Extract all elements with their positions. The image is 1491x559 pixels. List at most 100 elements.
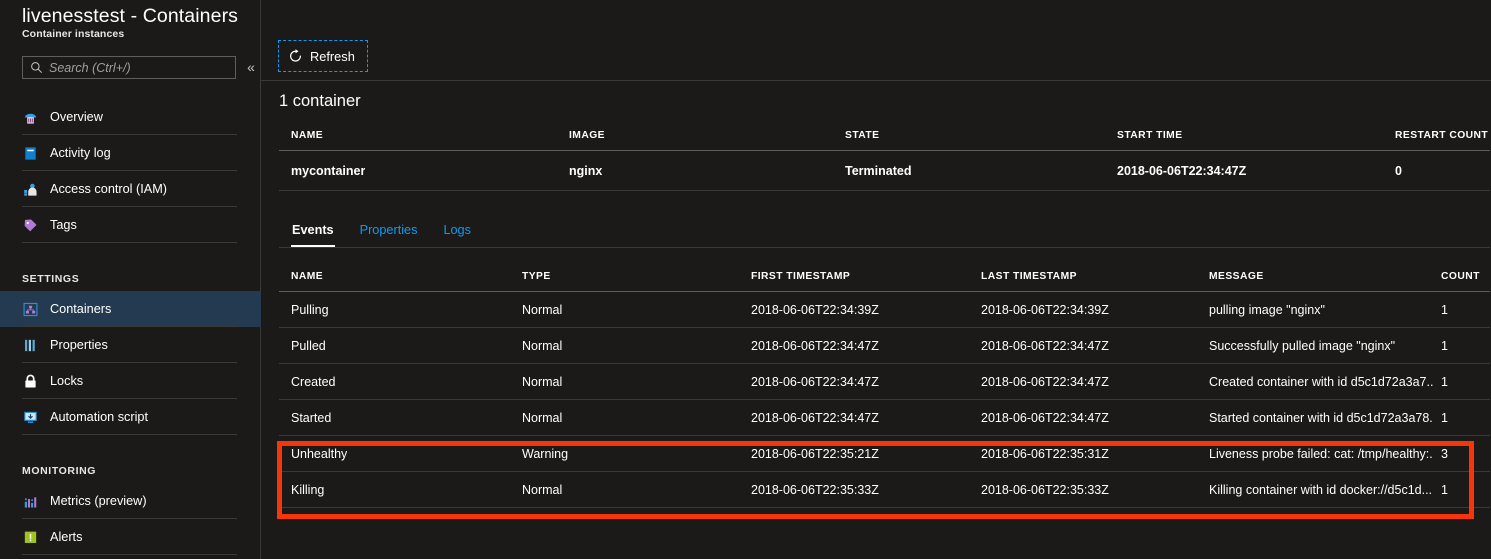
properties-icon [22, 337, 50, 354]
search-icon [23, 61, 49, 74]
sidebar-section-monitoring: MONITORING [22, 465, 97, 477]
cell-type: Normal [522, 411, 563, 425]
sidebar-item-tags[interactable]: Tags [0, 207, 261, 243]
cell-type: Warning [522, 447, 569, 461]
column-header[interactable]: RESTART COUNT [1395, 130, 1488, 141]
cell-name: Unhealthy [291, 447, 348, 461]
cell-last-timestamp: 2018-06-06T22:34:47Z [981, 375, 1109, 389]
lock-icon [22, 373, 50, 390]
cell-type: Normal [522, 303, 563, 317]
cell-last-timestamp: 2018-06-06T22:34:39Z [981, 303, 1109, 317]
column-header[interactable]: NAME [291, 130, 323, 141]
cell-count: 1 [1441, 339, 1448, 353]
sidebar-item-label: Metrics (preview) [50, 494, 147, 508]
tab-events[interactable]: Events [279, 216, 347, 247]
sidebar-item-properties[interactable]: Properties [0, 327, 261, 363]
cell-last-timestamp: 2018-06-06T22:35:33Z [981, 483, 1109, 497]
cell-message: Successfully pulled image "nginx" [1209, 339, 1396, 353]
cell-name: Pulled [291, 339, 326, 353]
cell-first-timestamp: 2018-06-06T22:34:47Z [751, 375, 879, 389]
sidebar-item-label: Automation script [50, 410, 149, 424]
sidebar-item-containers[interactable]: Containers [0, 291, 261, 327]
cell-name: Pulling [291, 303, 329, 317]
tab-properties[interactable]: Properties [347, 216, 431, 247]
search-box[interactable] [22, 56, 236, 79]
metrics-icon [22, 493, 50, 510]
cell-state: Terminated [845, 164, 912, 178]
cell-count: 1 [1441, 375, 1448, 389]
containers-icon [22, 301, 50, 318]
column-header[interactable]: NAME [291, 271, 323, 282]
search-input[interactable] [49, 60, 235, 75]
sidebar-item-metrics-preview[interactable]: Metrics (preview) [0, 483, 261, 519]
cell-message: Killing container with id docker://d5c1d… [1209, 483, 1433, 497]
refresh-icon [288, 48, 303, 64]
table-row[interactable]: Killing Normal 2018-06-06T22:35:33Z 2018-06… [279, 472, 1490, 508]
column-header[interactable]: COUNT [1441, 271, 1480, 282]
page-subtitle: Container instances [22, 28, 125, 40]
column-header[interactable]: IMAGE [569, 130, 605, 141]
cell-first-timestamp: 2018-06-06T22:34:47Z [751, 411, 879, 425]
blade-content-pane: Refresh 1 container NAME IMAGE STATE START … [261, 0, 1491, 559]
cell-type: Normal [522, 375, 563, 389]
sidebar-item-locks[interactable]: Locks [0, 363, 261, 399]
cell-name: Started [291, 411, 332, 425]
cell-restart-count: 0 [1395, 164, 1402, 178]
cell-message: pulling image "nginx" [1209, 303, 1325, 317]
activity-log-icon [22, 145, 50, 162]
sidebar-item-label: Access control (IAM) [50, 182, 168, 196]
sidebar-item-automation-script[interactable]: Automation script [0, 399, 261, 435]
column-header[interactable]: LAST TIMESTAMP [981, 271, 1077, 282]
column-header[interactable]: START TIME [1117, 130, 1183, 141]
sidebar-section-settings: SETTINGS [22, 273, 80, 285]
table-row[interactable]: Started Normal 2018-06-06T22:34:47Z 2018-06… [279, 400, 1490, 436]
events-table: NAME TYPE FIRST TIMESTAMP LAST TIMESTAMP MES… [279, 265, 1490, 508]
table-row[interactable]: Pulling Normal 2018-06-06T22:34:39Z 2018-06… [279, 292, 1490, 328]
page-title: livenesstest - Containers [22, 5, 239, 27]
cell-count: 1 [1441, 303, 1448, 317]
sidebar-item-label: Properties [50, 338, 108, 352]
search-row: « [0, 56, 261, 80]
tags-icon [22, 217, 50, 234]
automation-icon [22, 409, 50, 426]
table-row[interactable]: mycontainer nginx Terminated 2018-06-06T22:… [279, 151, 1490, 191]
cell-last-timestamp: 2018-06-06T22:34:47Z [981, 339, 1109, 353]
cell-count: 1 [1441, 411, 1448, 425]
tab-logs[interactable]: Logs [430, 216, 484, 247]
table-row[interactable]: Created Normal 2018-06-06T22:34:47Z 2018-06… [279, 364, 1490, 400]
cell-last-timestamp: 2018-06-06T22:35:31Z [981, 447, 1109, 461]
sidebar-item-access-control-iam[interactable]: Access control (IAM) [0, 171, 261, 207]
sidebar-item-label: Containers [50, 302, 112, 316]
azure-portal-blade: livenesstest - Containers Container inst… [0, 0, 1491, 559]
table-row[interactable]: Pulled Normal 2018-06-06T22:34:47Z 2018-06-… [279, 328, 1490, 364]
sidebar-item-label: Activity log [50, 146, 111, 160]
cell-last-timestamp: 2018-06-06T22:34:47Z [981, 411, 1109, 425]
cell-type: Normal [522, 483, 563, 497]
cell-first-timestamp: 2018-06-06T22:35:33Z [751, 483, 879, 497]
column-header[interactable]: STATE [845, 130, 879, 141]
column-header[interactable]: FIRST TIMESTAMP [751, 271, 850, 282]
sidebar-item-label: Locks [50, 374, 84, 388]
column-header[interactable]: MESSAGE [1209, 271, 1264, 282]
containers-heading: 1 container [279, 92, 361, 110]
detail-tabs: Events Properties Logs [279, 216, 1490, 248]
refresh-button[interactable]: Refresh [278, 40, 368, 72]
cell-name: Created [291, 375, 336, 389]
sidebar-item-label: Overview [50, 110, 103, 124]
overview-icon [22, 109, 50, 126]
cell-count: 1 [1441, 483, 1448, 497]
sidebar-nav: Overview Activity log Access control (IAM)… [0, 99, 261, 555]
cell-name: mycontainer [291, 164, 366, 178]
table-row[interactable]: Unhealthy Warning 2018-06-06T22:35:21Z 2018… [279, 436, 1490, 472]
table-header-row: NAME TYPE FIRST TIMESTAMP LAST TIMESTAMP MES… [279, 265, 1490, 292]
column-header[interactable]: TYPE [522, 271, 551, 282]
cell-message: Created container with id d5c1d72a3a7... [1209, 375, 1433, 389]
cell-type: Normal [522, 339, 563, 353]
containers-table: NAME IMAGE STATE START TIME RESTART COUNT myc… [279, 124, 1490, 191]
sidebar-item-activity-log[interactable]: Activity log [0, 135, 261, 171]
sidebar-item-overview[interactable]: Overview [0, 99, 261, 135]
collapse-blade-icon[interactable]: « [243, 58, 259, 76]
sidebar-item-alerts[interactable]: Alerts [0, 519, 261, 555]
